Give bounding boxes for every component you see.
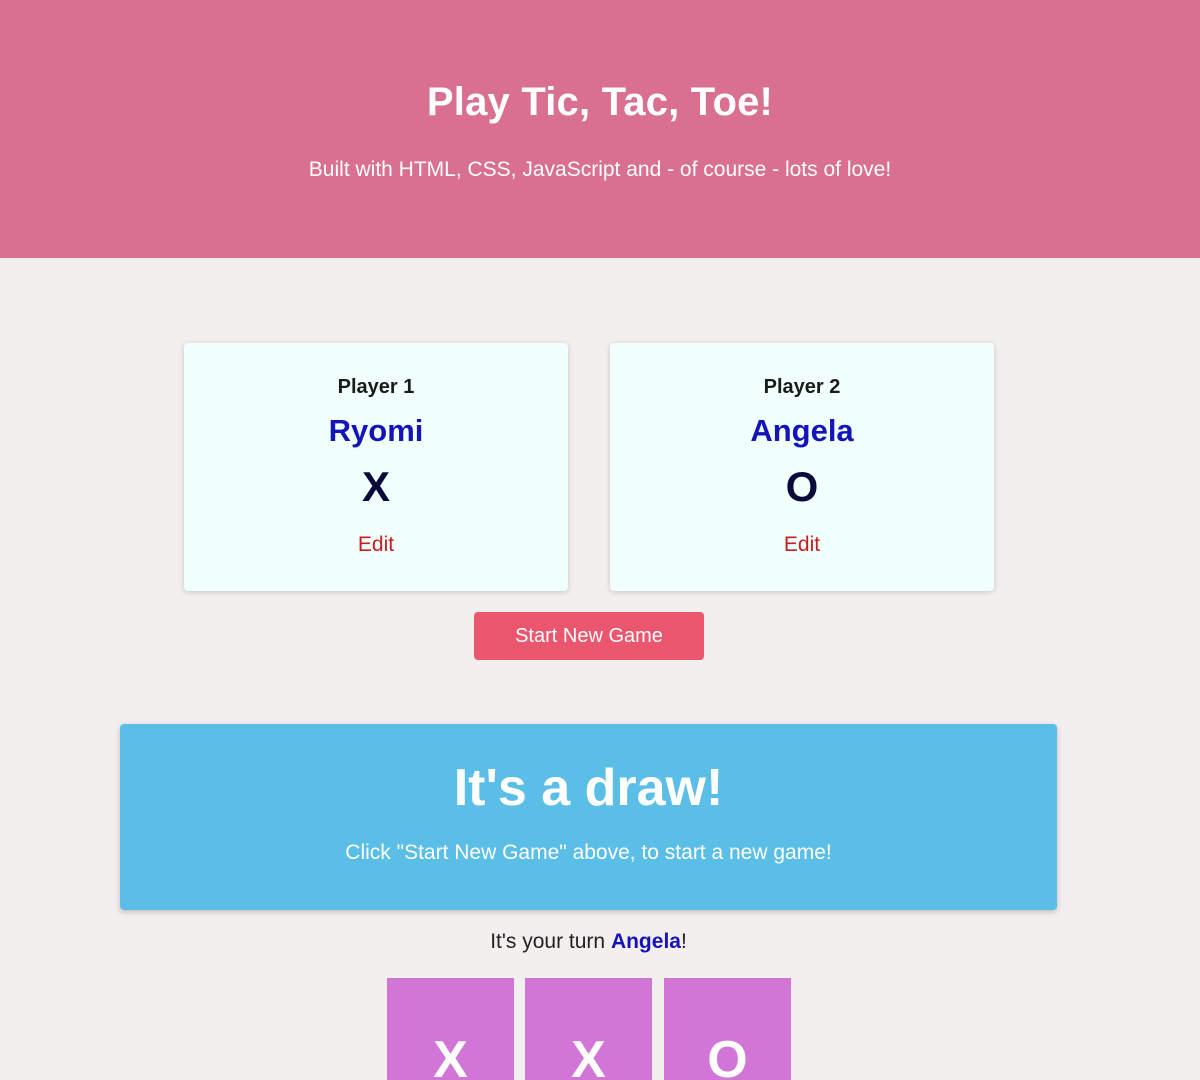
player-1-name: Ryomi [328, 413, 424, 448]
board-cell-1-2[interactable]: X [525, 978, 652, 1080]
result-message: Click "Start New Game" above, to start a… [345, 841, 832, 864]
player-2-edit-button[interactable]: Edit [752, 533, 852, 557]
board-cell-1-3[interactable]: O [664, 978, 791, 1080]
page-title: Play Tic, Tac, Toe! [426, 80, 774, 124]
turn-prefix: It's your turn [490, 930, 611, 953]
player-1-label: Player 1 [337, 376, 415, 398]
turn-info: It's your turn Angela! [0, 930, 1177, 954]
turn-player-name: Angela [610, 930, 681, 953]
player-2-label: Player 2 [763, 376, 841, 398]
start-new-game-button[interactable]: Start New Game [474, 612, 704, 660]
player-2-card: Player 2 Angela O Edit [610, 343, 994, 591]
turn-suffix: ! [680, 930, 687, 953]
game-over-banner: It's a draw! Click "Start New Game" abov… [120, 724, 1057, 910]
board-cell-1-1[interactable]: X [387, 978, 514, 1080]
site-header: Play Tic, Tac, Toe! Built with HTML, CSS… [0, 0, 1200, 258]
player-1-symbol: X [361, 463, 390, 510]
page-subtitle: Built with HTML, CSS, JavaScript and - o… [308, 158, 892, 181]
player-2-symbol: O [785, 463, 819, 510]
player-1-edit-button[interactable]: Edit [326, 533, 426, 557]
player-1-card: Player 1 Ryomi X Edit [184, 343, 568, 591]
player-2-name: Angela [750, 413, 854, 448]
result-title: It's a draw! [453, 759, 724, 817]
